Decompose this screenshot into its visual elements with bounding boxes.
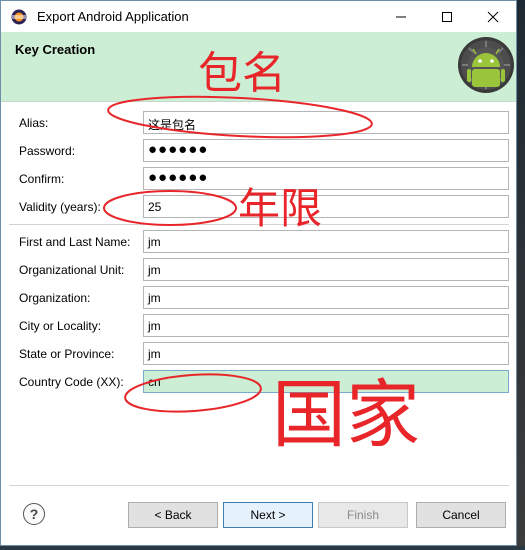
state-row: State or Province: jm <box>1 342 516 366</box>
city-value: jm <box>148 319 161 333</box>
password-value: ●●●●●● <box>148 141 209 158</box>
close-icon <box>487 11 499 22</box>
organization-row: Organization: jm <box>1 286 516 310</box>
alias-row: Alias: 这是包名 <box>1 111 516 135</box>
help-button[interactable]: ? <box>23 503 45 525</box>
country-code-input[interactable]: cn <box>143 370 509 393</box>
title-bar[interactable]: Export Android Application <box>1 1 516 32</box>
alias-label: Alias: <box>19 116 49 130</box>
first-last-name-value: jm <box>148 235 161 249</box>
finish-button[interactable]: Finish <box>318 502 408 528</box>
org-unit-value: jm <box>148 263 161 277</box>
alias-input[interactable]: 这是包名 <box>143 111 509 134</box>
state-label: State or Province: <box>19 347 115 361</box>
organization-input[interactable]: jm <box>143 286 509 309</box>
name-row: First and Last Name: jm <box>1 230 516 254</box>
validity-value: 25 <box>148 200 162 214</box>
confirm-label: Confirm: <box>19 172 65 186</box>
maximize-button[interactable] <box>424 1 470 32</box>
minimize-icon <box>396 16 406 17</box>
country-label: Country Code (XX): <box>19 375 124 389</box>
password-row: Password: ●●●●●● <box>1 139 516 163</box>
city-input[interactable]: jm <box>143 314 509 337</box>
eclipse-icon <box>11 9 27 25</box>
validity-input[interactable]: 25 <box>143 195 509 218</box>
org-unit-row: Organizational Unit: jm <box>1 258 516 282</box>
desktop-background-right <box>517 0 525 550</box>
first-last-name-input[interactable]: jm <box>143 230 509 253</box>
android-logo-icon <box>458 37 514 93</box>
alias-value: 这是包名 <box>148 118 197 132</box>
org-unit-label: Organizational Unit: <box>19 263 125 277</box>
country-value: cn <box>148 375 161 389</box>
password-input[interactable]: ●●●●●● <box>143 139 509 162</box>
maximize-icon <box>442 11 452 22</box>
back-button[interactable]: < Back <box>128 502 218 528</box>
cancel-button[interactable]: Cancel <box>416 502 506 528</box>
confirm-row: Confirm: ●●●●●● <box>1 167 516 191</box>
city-label: City or Locality: <box>19 319 102 333</box>
validity-label: Validity (years): <box>19 200 101 214</box>
city-row: City or Locality: jm <box>1 314 516 338</box>
section-divider <box>9 224 509 226</box>
organization-value: jm <box>148 291 161 305</box>
country-row: Country Code (XX): cn <box>1 370 516 394</box>
close-button[interactable] <box>470 1 516 32</box>
organization-label: Organization: <box>19 291 91 305</box>
wizard-banner: Key Creation <box>1 32 516 102</box>
desktop-background-bottom <box>0 546 525 550</box>
password-label: Password: <box>19 144 76 158</box>
validity-row: Validity (years): 25 <box>1 195 516 219</box>
next-button[interactable]: Next > <box>223 502 313 528</box>
window-title: Export Android Application <box>37 9 189 24</box>
export-android-dialog: Export Android Application Key Creation <box>0 0 517 546</box>
confirm-value: ●●●●●● <box>148 169 209 186</box>
state-value: jm <box>148 347 161 361</box>
state-input[interactable]: jm <box>143 342 509 365</box>
org-unit-input[interactable]: jm <box>143 258 509 281</box>
minimize-button[interactable] <box>378 1 424 32</box>
page-title: Key Creation <box>15 42 96 57</box>
first-last-name-label: First and Last Name: <box>19 235 131 249</box>
button-bar-divider <box>9 485 509 487</box>
confirm-password-input[interactable]: ●●●●●● <box>143 167 509 190</box>
